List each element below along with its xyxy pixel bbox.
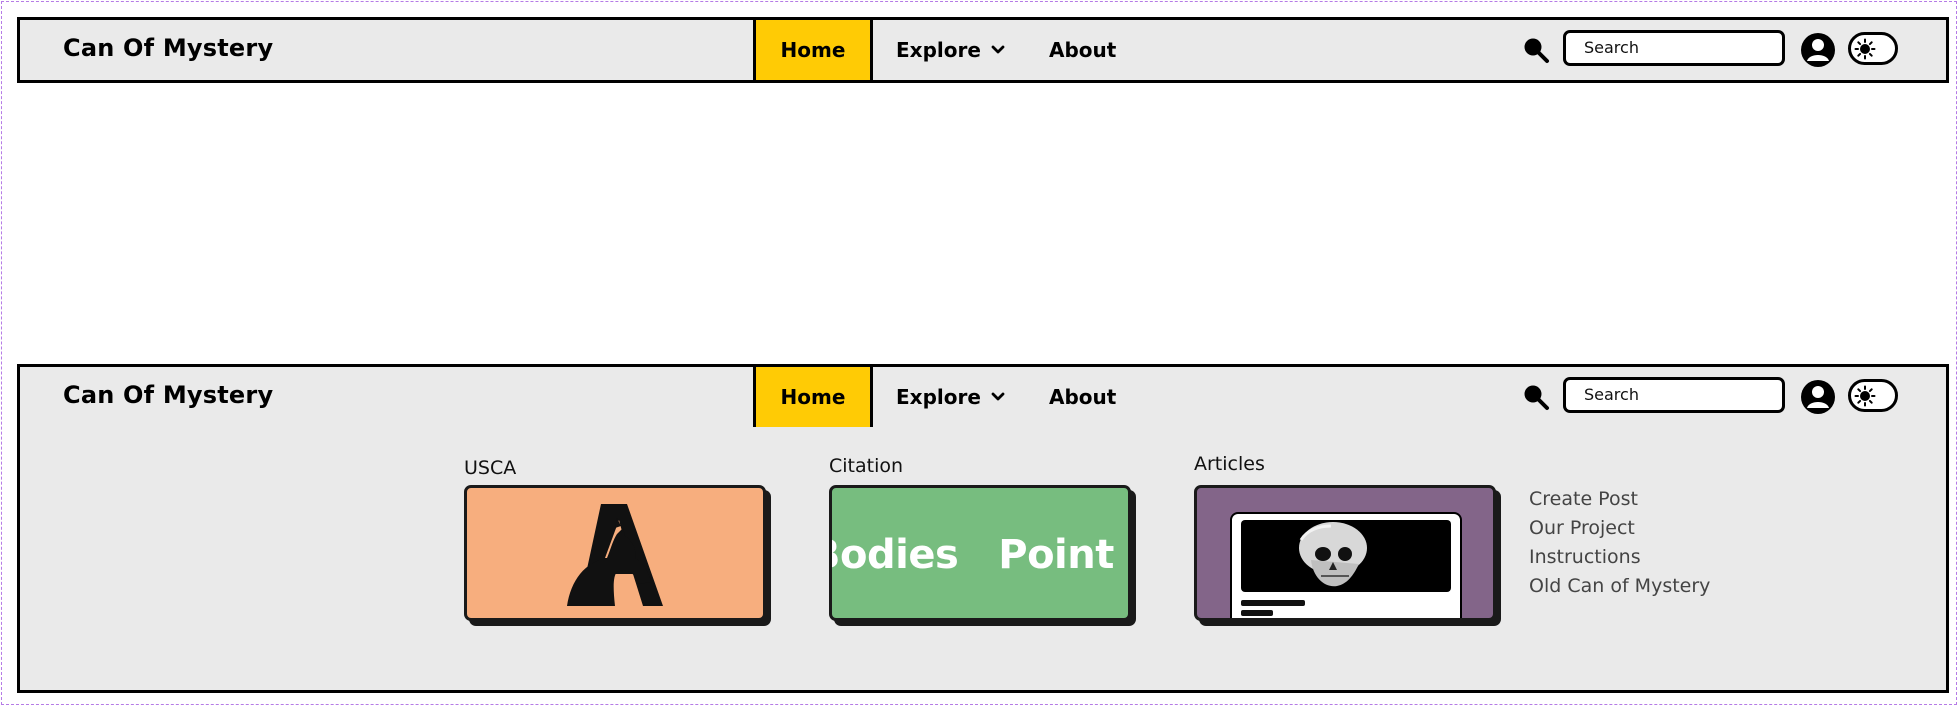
sun-icon (1854, 385, 1876, 407)
navbar: Can Of Mystery Home Explore About Search (17, 17, 1949, 83)
article-text-line (1241, 600, 1305, 606)
our-project-link[interactable]: Our Project (1529, 514, 1710, 543)
nav-home-link[interactable]: Home (753, 367, 873, 427)
user-circle-icon[interactable] (1800, 379, 1836, 415)
brand-logo-text[interactable]: Can Of Mystery (63, 34, 273, 62)
search-icon[interactable] (1522, 383, 1550, 411)
skull-icon (1299, 522, 1367, 587)
usca-card-title: USCA (464, 457, 517, 479)
nav-home-label: Home (780, 385, 846, 409)
nav-about-link[interactable]: About (1049, 367, 1116, 427)
nav-home-link[interactable]: Home (753, 20, 873, 80)
articles-card[interactable] (1194, 485, 1496, 621)
search-input[interactable]: Search (1563, 377, 1785, 413)
user-circle-icon[interactable] (1800, 32, 1836, 68)
articles-card-title: Articles (1194, 453, 1265, 475)
usca-logo-icon (567, 504, 663, 606)
search-input[interactable]: Search (1563, 30, 1785, 66)
article-text-line (1241, 620, 1451, 621)
citation-card-title: Citation (829, 455, 904, 477)
theme-toggle[interactable] (1848, 32, 1898, 65)
brand-logo-text[interactable]: Can Of Mystery (63, 381, 273, 409)
nav-explore-label: Explore (896, 385, 981, 409)
skull-image (1241, 520, 1451, 592)
theme-toggle[interactable] (1848, 379, 1898, 412)
nav-explore-dropdown[interactable]: Explore (896, 367, 1005, 427)
search-icon[interactable] (1522, 36, 1550, 64)
chevron-down-icon (991, 45, 1005, 54)
navbar-expanded: Can Of Mystery Home Explore About Search (17, 364, 1949, 430)
marquee-text: Point D (998, 532, 1128, 578)
citation-marquee: Bodies Point D (832, 532, 1128, 578)
search-placeholder: Search (1584, 385, 1639, 404)
article-text-line (1241, 610, 1273, 616)
explore-links-list: Create Post Our Project Instructions Old… (1529, 485, 1710, 601)
citation-card[interactable]: Bodies Point D (829, 485, 1131, 621)
search-placeholder: Search (1584, 38, 1639, 57)
nav-explore-label: Explore (896, 38, 981, 62)
usca-card[interactable] (464, 485, 766, 621)
create-post-link[interactable]: Create Post (1529, 485, 1710, 514)
sun-icon (1854, 38, 1876, 60)
nav-home-label: Home (780, 38, 846, 62)
instructions-link[interactable]: Instructions (1529, 543, 1710, 572)
nav-about-link[interactable]: About (1049, 20, 1116, 80)
nav-explore-dropdown[interactable]: Explore (896, 20, 1005, 80)
old-can-of-mystery-link[interactable]: Old Can of Mystery (1529, 572, 1710, 601)
nav-about-label: About (1049, 385, 1117, 409)
marquee-text: Bodies (832, 532, 959, 578)
article-preview-thumbnail (1230, 512, 1462, 621)
nav-about-label: About (1049, 38, 1117, 62)
chevron-down-icon (991, 392, 1005, 401)
